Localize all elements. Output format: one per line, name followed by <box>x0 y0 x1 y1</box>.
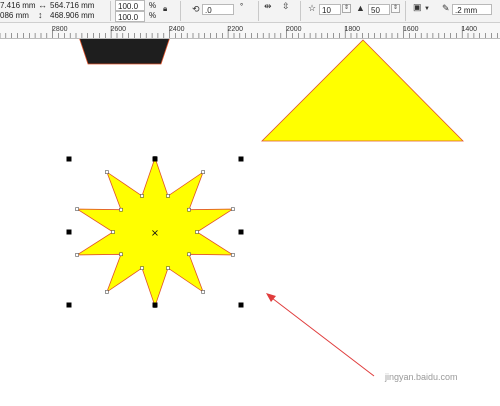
selection-handle[interactable] <box>238 302 244 308</box>
star-node-handle[interactable] <box>231 253 235 257</box>
scale-y-field[interactable]: 100.0 <box>115 11 145 22</box>
separator <box>180 1 181 21</box>
degree-label: ° <box>240 2 244 11</box>
star-node-handle[interactable] <box>140 266 144 270</box>
ruler-label: 2600 <box>111 26 127 33</box>
ruler-label: 1400 <box>462 26 478 33</box>
star-node-handle[interactable] <box>119 252 123 257</box>
rotation-field[interactable]: .0 <box>202 4 234 15</box>
ruler-label: 2000 <box>286 26 302 33</box>
selection-handle[interactable] <box>152 302 158 308</box>
x-position-readout[interactable]: 7.416 mm <box>0 1 36 11</box>
star-points-icon: ☆ <box>308 3 317 13</box>
outline-pen-icon: ✎ <box>442 3 450 13</box>
selected-star-group[interactable]: × <box>66 156 244 308</box>
star-node-handle[interactable] <box>166 266 170 270</box>
star-node-handle[interactable] <box>201 170 205 174</box>
ruler-label: 2400 <box>169 26 185 33</box>
rotate-icon: ⟲ <box>192 4 200 14</box>
star-node-handle[interactable] <box>195 230 199 234</box>
dark-trapezoid-shape[interactable] <box>79 39 170 65</box>
height-readout[interactable]: 468.906 mm <box>50 11 94 21</box>
width-readout[interactable]: 564.716 mm <box>50 1 94 11</box>
percent-label: % <box>149 11 157 20</box>
horizontal-ruler[interactable]: 2800 2600 2400 2200 2000 1800 1600 1400 <box>0 23 500 39</box>
star-node-handle[interactable] <box>75 253 79 257</box>
star-node-handle[interactable] <box>105 290 109 294</box>
selection-handle[interactable] <box>66 229 72 235</box>
star-node-handle[interactable] <box>105 170 109 174</box>
height-arrows-icon: ↕ <box>38 10 43 20</box>
points-count-field[interactable]: 10 <box>319 4 341 15</box>
property-bar: 7.416 mm 086 mm ↔ ↕ 564.716 mm 468.906 m… <box>0 0 500 23</box>
separator <box>110 1 111 21</box>
ruler-label: 1800 <box>345 26 361 33</box>
wrap-text-icon[interactable]: ▣ <box>413 2 422 12</box>
lock-ratio-icon[interactable]: 🔒︎ <box>163 4 167 14</box>
drawing-canvas[interactable]: × <box>0 39 500 406</box>
star-node-handle[interactable] <box>140 194 144 198</box>
width-arrows-icon: ↔ <box>38 0 47 10</box>
yellow-triangle-shape[interactable] <box>261 39 464 142</box>
star-node-handle[interactable] <box>187 207 191 212</box>
separator <box>258 1 259 21</box>
mirror-horizontal-icon[interactable]: ⇹ <box>264 1 272 11</box>
sharpness-field[interactable]: 50 <box>368 4 390 15</box>
ruler-label: 2800 <box>52 26 68 33</box>
selection-handle[interactable] <box>152 156 158 162</box>
y-position-readout[interactable]: 086 mm <box>0 11 29 21</box>
star-node-handle[interactable] <box>187 252 191 257</box>
center-marker-icon[interactable]: × <box>151 228 159 239</box>
star-node-handle[interactable] <box>231 207 235 211</box>
star-node-handle[interactable] <box>119 207 123 212</box>
ruler-label: 1600 <box>403 26 419 33</box>
sharpness-icon: ▲ <box>356 3 365 13</box>
mirror-vertical-icon[interactable]: ⇳ <box>282 1 290 11</box>
star-node-handle[interactable] <box>75 207 79 211</box>
selection-handle[interactable] <box>66 156 72 162</box>
points-spinner[interactable]: ⇕ <box>342 4 351 13</box>
selection-handle[interactable] <box>66 302 72 308</box>
star-node-handle[interactable] <box>111 230 115 234</box>
separator <box>405 1 406 21</box>
coreldraw-window: 7.416 mm 086 mm ↔ ↕ 564.716 mm 468.906 m… <box>0 0 500 406</box>
selection-handle[interactable] <box>238 229 244 235</box>
percent-label: % <box>149 1 157 10</box>
star-node-handle[interactable] <box>166 194 170 198</box>
selection-handle[interactable] <box>238 156 244 162</box>
outline-width-field[interactable]: .2 mm <box>452 4 492 15</box>
dropdown-arrow-icon[interactable]: ▼ <box>424 4 430 14</box>
annotation-arrow <box>266 293 375 377</box>
ruler-label: 2200 <box>228 26 244 33</box>
scale-x-field[interactable]: 100.0 <box>115 0 145 11</box>
star-node-handle[interactable] <box>201 290 205 294</box>
sharpness-spinner[interactable]: ⇕ <box>391 4 400 13</box>
separator <box>300 1 301 21</box>
baidu-watermark: jingyan.baidu.com <box>385 372 458 382</box>
